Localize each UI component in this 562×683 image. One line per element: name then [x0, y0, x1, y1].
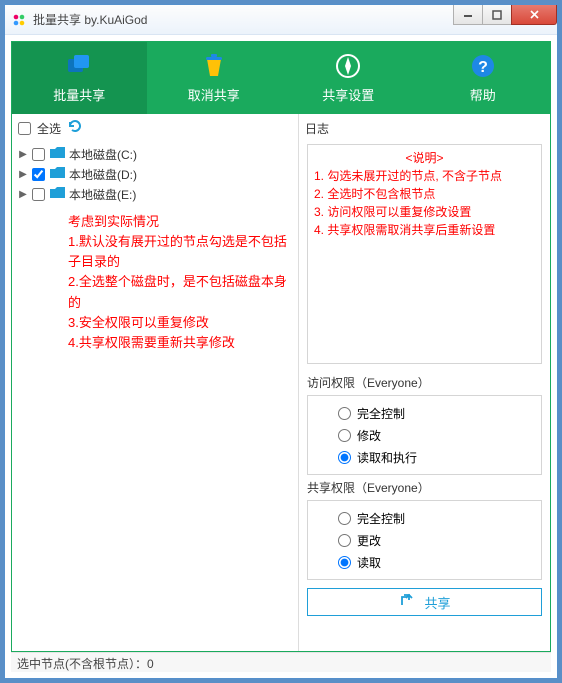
tree-checkbox[interactable]: [32, 168, 45, 181]
drive-label: 本地磁盘(D:): [69, 166, 137, 183]
radio-input[interactable]: [338, 407, 351, 420]
tree-checkbox[interactable]: [32, 188, 45, 201]
access-perm-section: 访问权限（Everyone） 完全控制 修改 读取和执行: [299, 370, 550, 475]
radio-input[interactable]: [338, 512, 351, 525]
folder-icon: [49, 187, 65, 202]
radio-read[interactable]: 读取: [338, 551, 541, 573]
trash-icon: [200, 52, 228, 80]
radio-label: 完全控制: [357, 510, 405, 527]
left-toolbar: 全选: [12, 114, 298, 142]
radio-read-exec[interactable]: 读取和执行: [338, 446, 541, 468]
share-button-label: 共享: [424, 593, 450, 612]
maximize-button[interactable]: [482, 5, 512, 25]
share-icon: [398, 593, 414, 612]
log-header: 日志: [299, 114, 550, 142]
tab-label: 批量共享: [53, 85, 105, 104]
note-line: 2.全选整个磁盘时，是不包括磁盘本身的: [68, 272, 290, 312]
refresh-icon[interactable]: [67, 118, 83, 139]
app-window: 批量共享 by.KuAiGod 批量共享 取消共享 共享设置: [4, 4, 558, 679]
tab-bar: 批量共享 取消共享 共享设置 ? 帮助: [12, 42, 550, 114]
log-line: 1. 勾选未展开过的节点, 不含子节点: [314, 167, 535, 185]
red-notes: 考虑到实际情况 1.默认没有展开过的节点勾选是不包括子目录的 2.全选整个磁盘时…: [12, 206, 298, 357]
access-perm-box: 完全控制 修改 读取和执行: [307, 395, 542, 475]
radio-full-control[interactable]: 完全控制: [338, 402, 541, 424]
radio-label: 完全控制: [357, 405, 405, 422]
drive-tree: ▶ 本地磁盘(C:) ▶ 本地磁盘(D:) ▶: [12, 142, 298, 206]
content: 批量共享 取消共享 共享设置 ? 帮助: [5, 35, 557, 678]
share-perm-title: 共享权限（Everyone）: [307, 479, 542, 496]
note-line: 4.共享权限需要重新共享修改: [68, 333, 290, 353]
select-all-label: 全选: [37, 120, 61, 137]
folder-icon: [49, 147, 65, 162]
access-perm-title: 访问权限（Everyone）: [307, 374, 542, 391]
statusbar: 选中节点(不含根节点）：0: [11, 652, 551, 672]
drive-label: 本地磁盘(C:): [69, 146, 137, 163]
expand-icon[interactable]: ▶: [18, 169, 28, 180]
radio-input[interactable]: [338, 451, 351, 464]
tab-help[interactable]: ? 帮助: [416, 42, 551, 114]
copy-icon: [65, 52, 93, 80]
select-all-checkbox[interactable]: [18, 122, 31, 135]
app-icon: [11, 12, 27, 28]
log-line: 2. 全选时不包含根节点: [314, 185, 535, 203]
radio-input[interactable]: [338, 534, 351, 547]
tree-row[interactable]: ▶ 本地磁盘(E:): [18, 184, 292, 204]
radio-label: 更改: [357, 532, 381, 549]
tab-label: 共享设置: [322, 85, 374, 104]
expand-icon[interactable]: ▶: [18, 189, 28, 200]
tab-share-settings[interactable]: 共享设置: [281, 42, 416, 114]
log-box: <说明> 1. 勾选未展开过的节点, 不含子节点 2. 全选时不包含根节点 3.…: [307, 144, 542, 364]
radio-input[interactable]: [338, 429, 351, 442]
tree-row[interactable]: ▶ 本地磁盘(D:): [18, 164, 292, 184]
main-panel: 批量共享 取消共享 共享设置 ? 帮助: [11, 41, 551, 652]
expand-icon[interactable]: ▶: [18, 149, 28, 160]
radio-modify[interactable]: 修改: [338, 424, 541, 446]
tab-bulk-share[interactable]: 批量共享: [12, 42, 147, 114]
window-controls: [454, 5, 557, 25]
log-label: 日志: [305, 120, 329, 137]
log-line: 4. 共享权限需取消共享后重新设置: [314, 221, 535, 239]
compass-icon: [334, 52, 362, 80]
radio-label: 读取和执行: [357, 449, 417, 466]
status-text: 选中节点(不含根节点）：0: [17, 657, 154, 671]
tab-cancel-share[interactable]: 取消共享: [147, 42, 282, 114]
log-title: <说明>: [314, 149, 535, 167]
log-line: 3. 访问权限可以重复修改设置: [314, 203, 535, 221]
tab-label: 帮助: [470, 85, 496, 104]
right-pane: 日志 <说明> 1. 勾选未展开过的节点, 不含子节点 2. 全选时不包含根节点…: [299, 114, 550, 651]
minimize-button[interactable]: [453, 5, 483, 25]
radio-input[interactable]: [338, 556, 351, 569]
svg-text:?: ?: [478, 59, 488, 76]
note-line: 3.安全权限可以重复修改: [68, 313, 290, 333]
tab-label: 取消共享: [188, 85, 240, 104]
tree-checkbox[interactable]: [32, 148, 45, 161]
note-heading: 考虑到实际情况: [68, 212, 290, 232]
share-perm-box: 完全控制 更改 读取: [307, 500, 542, 580]
radio-full-control[interactable]: 完全控制: [338, 507, 541, 529]
drive-label: 本地磁盘(E:): [69, 186, 136, 203]
radio-label: 修改: [357, 427, 381, 444]
share-button[interactable]: 共享: [307, 588, 542, 616]
window-title: 批量共享 by.KuAiGod: [33, 11, 454, 28]
radio-label: 读取: [357, 554, 381, 571]
left-pane: 全选 ▶ 本地磁盘(C:) ▶: [12, 114, 299, 651]
folder-icon: [49, 167, 65, 182]
main-area: 全选 ▶ 本地磁盘(C:) ▶: [12, 114, 550, 651]
titlebar[interactable]: 批量共享 by.KuAiGod: [5, 5, 557, 35]
close-button[interactable]: [511, 5, 557, 25]
tree-row[interactable]: ▶ 本地磁盘(C:): [18, 144, 292, 164]
note-line: 1.默认没有展开过的节点勾选是不包括子目录的: [68, 232, 290, 272]
share-perm-section: 共享权限（Everyone） 完全控制 更改 读取: [299, 475, 550, 580]
radio-change[interactable]: 更改: [338, 529, 541, 551]
help-icon: ?: [469, 52, 497, 80]
